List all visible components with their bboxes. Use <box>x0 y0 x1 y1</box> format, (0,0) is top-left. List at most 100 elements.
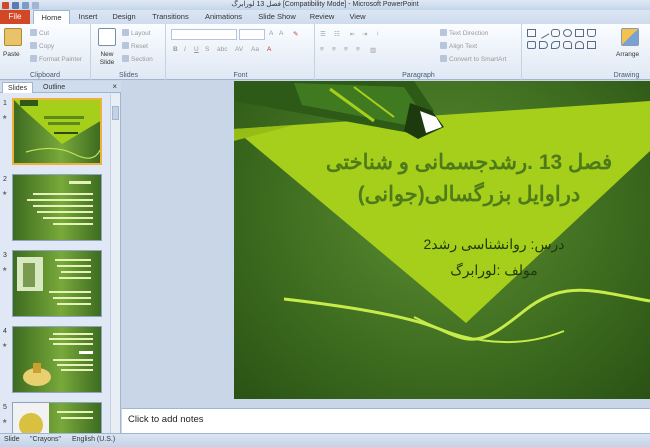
text-direction-button[interactable]: Text Direction <box>440 29 488 37</box>
align-left-icon[interactable]: ≡ <box>320 46 324 53</box>
slide-thumbnail-5[interactable] <box>12 402 102 433</box>
font-label: Font <box>233 72 248 79</box>
animation-icon: ★ <box>2 115 8 121</box>
strikethrough-icon[interactable]: S <box>205 46 209 53</box>
align-text-icon <box>440 42 447 49</box>
tab-home[interactable]: Home <box>33 10 70 24</box>
tab-transitions[interactable]: Transitions <box>148 10 193 24</box>
brush-icon <box>30 55 37 62</box>
animation-icon: ★ <box>2 419 8 425</box>
paste-icon <box>4 28 22 46</box>
line-spacing-icon[interactable]: ↕ <box>376 30 379 37</box>
section-button[interactable]: Section <box>122 55 153 63</box>
bullets-icon[interactable]: ☰ <box>320 30 326 38</box>
slide-title-line2: دراوایل بزرگسالی(جوانی) <box>357 183 581 206</box>
shape-star-icon[interactable] <box>551 41 560 49</box>
shape-rectangle-icon[interactable] <box>527 29 536 37</box>
slide-course: درس: روانشناسی رشد2 <box>423 236 565 252</box>
scrollbar-thumb[interactable] <box>112 106 119 120</box>
align-right-icon[interactable]: ≡ <box>344 46 348 53</box>
columns-icon[interactable]: ▥ <box>370 46 376 54</box>
reset-button[interactable]: Reset <box>122 42 148 50</box>
thumbnail-3-art <box>17 257 91 305</box>
slides-pane: Slides Outline × 1 ★ 2 ★ 3 ★ 4 ★ 5 ★ <box>0 81 121 433</box>
numbering-icon[interactable]: ☷ <box>334 30 340 38</box>
font-name-field[interactable] <box>171 29 237 40</box>
align-text-button[interactable]: Align Text <box>440 42 477 50</box>
slide-thumbnail-4[interactable] <box>12 326 102 393</box>
clear-formatting-icon[interactable]: ✎ <box>293 30 298 38</box>
shape-line-icon[interactable] <box>537 27 550 39</box>
copy-button[interactable]: Copy <box>30 42 54 50</box>
cut-button[interactable]: Cut <box>30 29 49 37</box>
thumb-number: 2 <box>3 176 7 183</box>
thumbnail-list[interactable]: 1 ★ 2 ★ 3 ★ 4 ★ 5 ★ <box>0 94 111 433</box>
animation-icon: ★ <box>2 191 8 197</box>
arrange-icon <box>621 28 639 46</box>
slide-thumbnail-3[interactable] <box>12 250 102 317</box>
convert-smartart-button[interactable]: Convert to SmartArt <box>440 55 506 63</box>
shape-callout-icon[interactable] <box>563 41 572 49</box>
thumb-number: 3 <box>3 252 7 259</box>
current-slide[interactable]: فصل 13 .رشدجسمانی و شناختی دراوایل بزرگس… <box>234 81 650 399</box>
tab-slides[interactable]: Slides <box>2 82 34 93</box>
notes-pane[interactable]: Click to add notes <box>122 408 650 433</box>
file-tab[interactable]: File <box>0 10 30 24</box>
underline-icon[interactable]: U <box>194 46 199 53</box>
slide-thumbnail-1[interactable] <box>12 98 102 165</box>
ribbon-tabs: File Home Insert Design Transitions Anim… <box>0 10 650 24</box>
font-size-field[interactable] <box>239 29 265 40</box>
bold-icon[interactable]: B <box>173 46 178 53</box>
slide-thumbnail-2[interactable] <box>12 174 102 241</box>
italic-icon[interactable]: I <box>184 46 186 53</box>
tab-slide-show[interactable]: Slide Show <box>255 10 299 24</box>
shape-curve-icon[interactable] <box>575 41 584 49</box>
shape-triangle-icon[interactable] <box>587 29 596 37</box>
notes-placeholder: Click to add notes <box>128 414 204 425</box>
tab-outline[interactable]: Outline <box>38 82 70 93</box>
cut-label: Cut <box>39 30 50 37</box>
shadow-icon[interactable]: abc <box>217 46 227 53</box>
decrease-indent-icon[interactable]: ⇤ <box>350 30 355 38</box>
tab-view[interactable]: View <box>345 10 370 24</box>
spacing-icon[interactable]: AV <box>235 46 243 53</box>
shape-more-icon[interactable] <box>587 41 596 49</box>
shrink-font-icon[interactable]: A <box>279 30 283 37</box>
slides-group: New Slide Layout Reset Section Slides <box>92 24 166 80</box>
arrange-button[interactable]: Arrange <box>616 51 639 58</box>
change-case-icon[interactable]: Aa <box>251 46 259 53</box>
status-language[interactable]: English (U.S.) <box>72 436 115 443</box>
font-color-icon[interactable]: A <box>267 46 271 53</box>
shape-rounded-icon[interactable] <box>551 29 560 37</box>
drawing-label: Drawing <box>613 72 640 79</box>
section-icon <box>122 55 129 62</box>
tab-animations[interactable]: Animations <box>201 10 246 24</box>
align-center-icon[interactable]: ≡ <box>332 46 336 53</box>
format-painter-label: Format Painter <box>39 56 82 63</box>
grow-font-icon[interactable]: A <box>269 30 273 37</box>
new-slide-button[interactable]: New Slide <box>94 51 120 67</box>
close-icon[interactable]: × <box>112 82 117 91</box>
smartart-label: Convert to SmartArt <box>449 56 507 63</box>
ribbon: Paste Cut Copy Format Painter Clipboard … <box>0 24 650 80</box>
thumbnail-2-art <box>27 181 93 225</box>
pane-tabs: Slides Outline × <box>0 81 121 93</box>
format-painter-button[interactable]: Format Painter <box>30 55 82 63</box>
shape-oval-icon[interactable] <box>563 29 572 37</box>
paste-button[interactable]: Paste <box>3 51 20 58</box>
layout-button[interactable]: Layout <box>122 29 151 37</box>
tab-insert[interactable]: Insert <box>73 10 103 24</box>
slide-subtitle[interactable]: درس: روانشناسی رشد2 مولف :لورابرگ <box>364 231 624 283</box>
tab-review[interactable]: Review <box>307 10 337 24</box>
slide-author: مولف :لورابرگ <box>450 262 538 278</box>
slide-title[interactable]: فصل 13 .رشدجسمانی و شناختی دراوایل بزرگس… <box>304 147 634 211</box>
thumbnail-scrollbar[interactable] <box>110 94 120 433</box>
increase-indent-icon[interactable]: ⇥ <box>362 30 367 38</box>
copy-label: Copy <box>39 43 55 50</box>
shape-brace-icon[interactable] <box>539 41 548 49</box>
thumb-number: 1 <box>3 100 7 107</box>
shape-square-icon[interactable] <box>575 29 584 37</box>
tab-design[interactable]: Design <box>109 10 139 24</box>
shape-arrow-icon[interactable] <box>527 41 536 49</box>
justify-icon[interactable]: ≡ <box>356 46 360 53</box>
